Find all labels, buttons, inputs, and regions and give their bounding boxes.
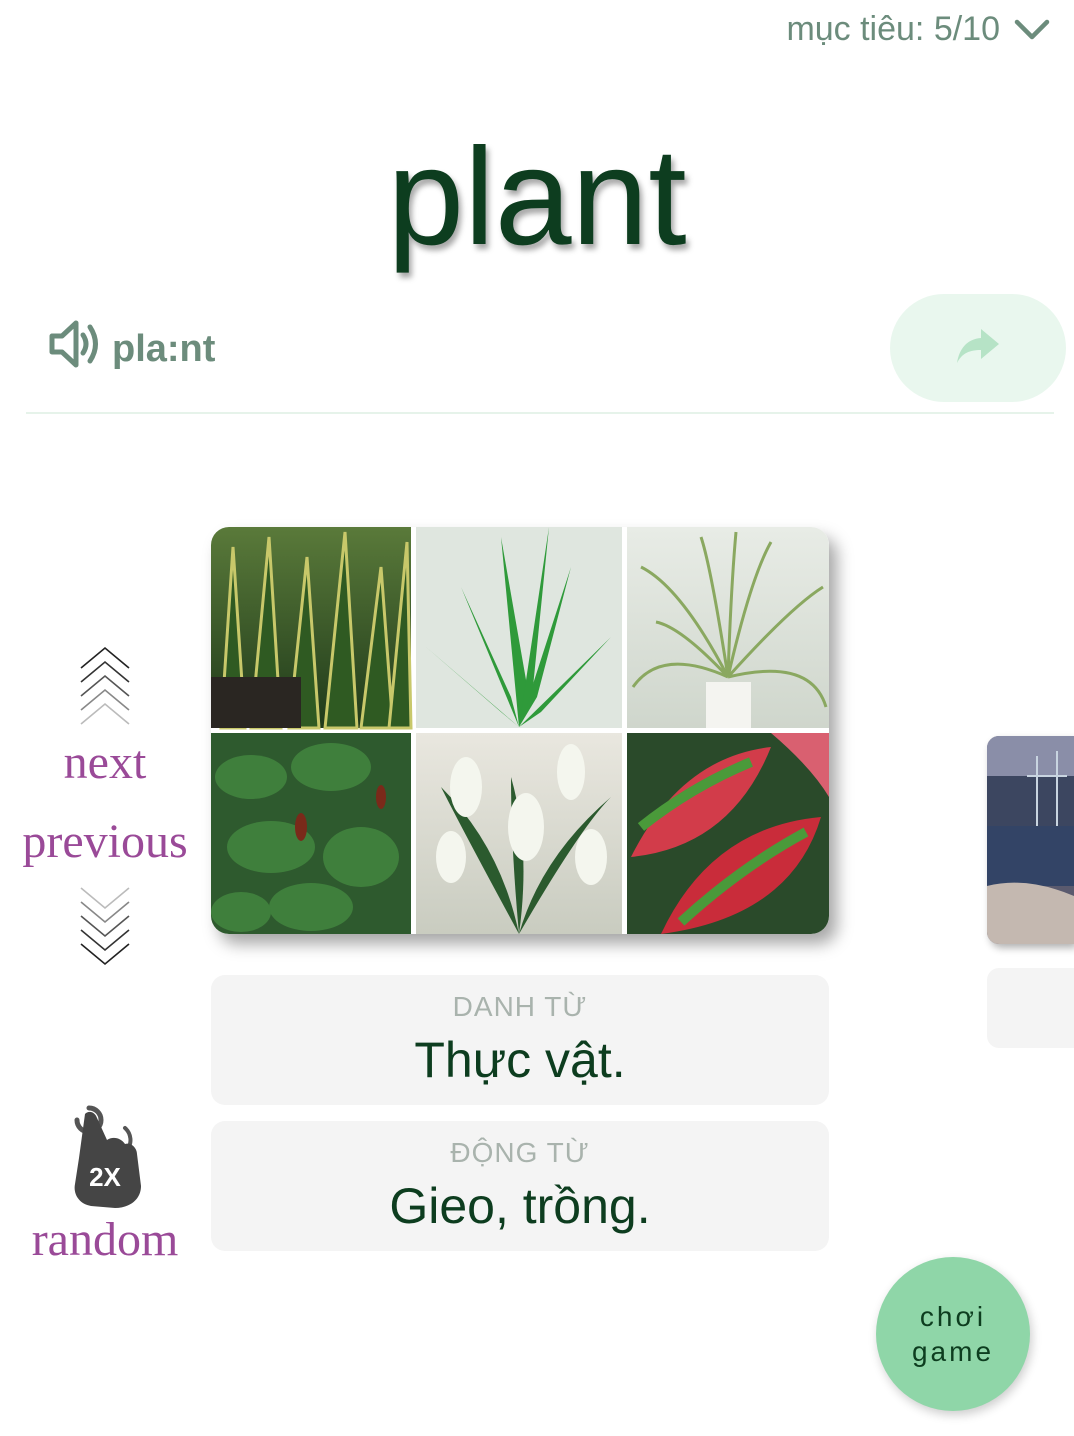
speaker-icon <box>48 318 102 380</box>
random-label: random <box>31 1213 179 1266</box>
next-card-preview-image[interactable] <box>987 736 1074 944</box>
meaning: Gieo, trồng. <box>389 1178 651 1234</box>
plant-collage-image <box>211 527 829 934</box>
definition-card-verb: ĐỘNG TỪ Gieo, trồng. <box>211 1121 829 1251</box>
play-game-line2: game <box>911 1336 995 1367</box>
goal-label: mục tiêu: 5/10 <box>786 10 1000 48</box>
divider <box>26 412 1054 414</box>
definition-card-noun: DANH TỪ Thực vật. <box>211 975 829 1105</box>
double-tap-badge: 2X <box>89 1162 121 1192</box>
vocab-word: plant <box>387 120 687 274</box>
chevrons-up-icon <box>0 644 210 739</box>
share-button[interactable] <box>890 294 1066 402</box>
previous-label: previous <box>22 815 188 868</box>
part-of-speech: ĐỘNG TỪ <box>450 1137 590 1168</box>
chevrons-down-icon <box>0 882 210 977</box>
play-game-button[interactable]: chơi game <box>876 1257 1030 1411</box>
play-game-line1: chơi <box>919 1301 987 1332</box>
next-label: next <box>63 736 147 789</box>
meaning: Thực vật. <box>414 1032 626 1088</box>
phonetic-text: pla:nt <box>112 327 216 370</box>
double-tap-hand-icon: 2X <box>0 1094 210 1212</box>
chevron-down-icon <box>1014 18 1050 42</box>
pronunciation-button[interactable]: pla:nt <box>48 318 215 380</box>
previous-button[interactable]: previous <box>0 818 210 977</box>
next-card-preview-definition <box>987 968 1074 1048</box>
goal-dropdown[interactable]: mục tiêu: 5/10 <box>786 10 1050 49</box>
part-of-speech: DANH TỪ <box>452 991 588 1022</box>
share-forward-icon <box>955 327 1001 370</box>
next-button[interactable]: next <box>0 644 210 787</box>
random-button[interactable]: 2X random <box>0 1094 210 1264</box>
